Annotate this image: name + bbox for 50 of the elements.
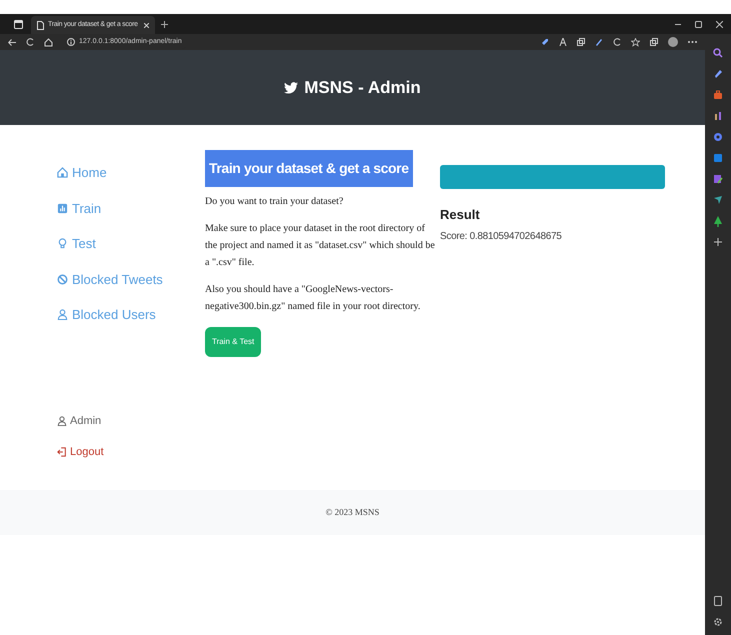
- tree-icon[interactable]: [713, 216, 723, 227]
- page-title: Train your dataset & get a score: [205, 150, 413, 187]
- logout-icon: [57, 447, 67, 458]
- copyright-text: © 2023 MSNS: [326, 506, 380, 519]
- home-icon[interactable]: [44, 38, 53, 46]
- bird-icon: [284, 82, 298, 94]
- score-text: Score: 0.8810594702648675: [440, 230, 563, 244]
- refresh-icon[interactable]: [26, 38, 34, 46]
- train-test-button[interactable]: Train & Test: [205, 327, 262, 357]
- close-icon[interactable]: [716, 20, 723, 28]
- avatar-icon[interactable]: [668, 37, 678, 47]
- lightbulb-icon: [57, 238, 68, 250]
- send-icon[interactable]: [713, 195, 723, 205]
- logout-link[interactable]: Logout: [57, 444, 205, 460]
- back-icon[interactable]: [8, 38, 16, 46]
- nav-link[interactable]: Admin: [57, 412, 205, 429]
- info-icon: [67, 38, 75, 46]
- circle-icon[interactable]: [713, 132, 723, 142]
- new-tab-icon[interactable]: [161, 20, 168, 28]
- paragraph: Also you should have a "GoogleNews-vectors-negative300.bin.gz" named file in your root directory.: [205, 283, 422, 314]
- tag-icon[interactable]: [541, 38, 549, 46]
- site-title: MSNS - Admin: [304, 76, 421, 99]
- tab-actions-icon[interactable]: [14, 20, 23, 28]
- search-icon[interactable]: [713, 48, 723, 58]
- paragraph: Make sure to place your dataset in the root directory of the project and named it as "dataset.csv" which should be a ".csv" file.: [205, 222, 436, 270]
- user-icon: [57, 416, 67, 426]
- nav-link[interactable]: Train: [57, 198, 205, 218]
- settings-icon[interactable]: [713, 617, 723, 627]
- star-icon[interactable]: [631, 38, 640, 46]
- paragraph: Do you want to train your dataset?: [205, 195, 344, 209]
- home-icon: [57, 167, 68, 178]
- ban-icon: [57, 274, 68, 285]
- user-icon: [57, 309, 68, 320]
- nav-link[interactable]: Blocked Users: [57, 305, 205, 324]
- refresh-icon[interactable]: [613, 38, 621, 46]
- collections-icon[interactable]: [650, 38, 658, 46]
- close-icon[interactable]: [144, 22, 149, 28]
- nav-link[interactable]: Home: [57, 163, 205, 182]
- chart-icon: [57, 202, 68, 214]
- pen-icon[interactable]: [595, 38, 603, 46]
- briefcase-icon[interactable]: [713, 90, 723, 100]
- tag-icon[interactable]: [713, 69, 723, 79]
- page-icon: [37, 20, 44, 30]
- add-icon[interactable]: [714, 238, 722, 246]
- nav-link[interactable]: Blocked Tweets: [57, 270, 205, 289]
- panel-icon[interactable]: [714, 596, 722, 606]
- restore-icon[interactable]: [695, 20, 702, 28]
- read-aloud-icon[interactable]: [559, 38, 567, 46]
- result-heading: Result: [440, 206, 481, 224]
- nav-link[interactable]: Test: [57, 234, 205, 254]
